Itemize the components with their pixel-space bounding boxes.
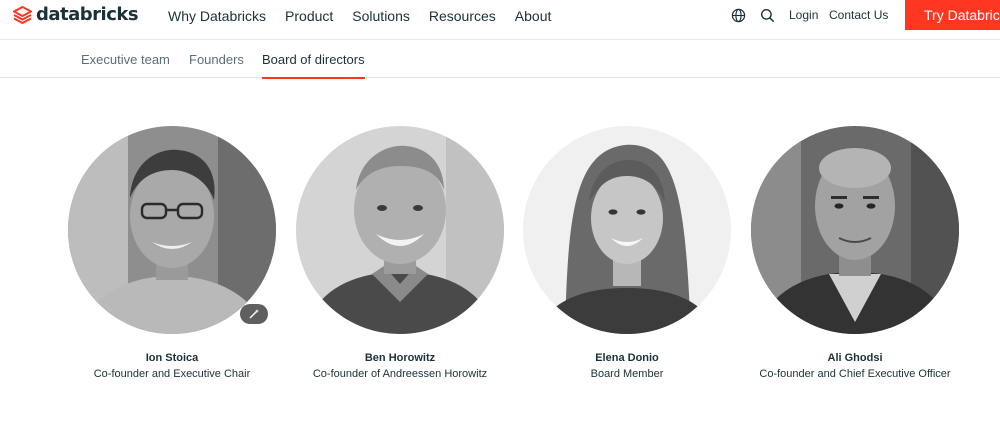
tab-board-of-directors[interactable]: Board of directors xyxy=(262,40,365,79)
nav-resources[interactable]: Resources xyxy=(429,8,496,24)
person-role: Co-founder and Chief Executive Officer xyxy=(759,368,951,380)
magic-wand-icon xyxy=(249,309,259,319)
person-card[interactable]: Ali Ghodsi Co-founder and Chief Executiv… xyxy=(725,126,985,382)
tab-executive-team[interactable]: Executive team xyxy=(81,40,170,78)
person-photo xyxy=(751,126,959,334)
person-name: Ali Ghodsi xyxy=(827,352,883,364)
person-role: Co-founder and Executive Chair xyxy=(93,368,251,380)
person-card[interactable]: Elena Donio Board Member xyxy=(497,126,757,382)
databricks-logo[interactable]: databricks xyxy=(13,4,139,25)
contact-us-label: Contact Us xyxy=(829,8,889,22)
person-card[interactable]: Ion Stoica Co-founder and Executive Chai… xyxy=(42,126,302,382)
language-button[interactable] xyxy=(731,0,746,30)
person-photo xyxy=(68,126,276,334)
search-button[interactable] xyxy=(760,0,775,30)
nav-about[interactable]: About xyxy=(515,8,552,24)
nav-product[interactable]: Product xyxy=(285,8,333,24)
person-role: Co-founder of Andreessen Horowitz xyxy=(312,368,488,380)
person-role: Board Member xyxy=(590,368,664,380)
brand-name: databricks xyxy=(36,4,139,25)
main-menu: Why Databricks Product Solutions Resourc… xyxy=(168,0,570,32)
login-link[interactable]: Login xyxy=(789,0,818,30)
person-name: Elena Donio xyxy=(595,352,659,364)
globe-icon xyxy=(731,8,746,22)
person-name: Ben Horowitz xyxy=(364,352,436,364)
login-label: Login xyxy=(789,8,819,22)
person-card[interactable]: Ben Horowitz Co-founder of Andreessen Ho… xyxy=(270,126,530,382)
contact-us-link[interactable]: Contact Us xyxy=(829,0,888,30)
nav-why-databricks[interactable]: Why Databricks xyxy=(168,8,266,24)
leadership-tabs: Executive team Founders Board of directo… xyxy=(0,40,1000,79)
person-photo xyxy=(296,126,504,334)
nav-solutions[interactable]: Solutions xyxy=(352,8,410,24)
top-navigation: databricks Why Databricks Product Soluti… xyxy=(0,0,1000,40)
try-databricks-button[interactable]: Try Databricks xyxy=(905,0,1000,30)
search-icon xyxy=(760,8,775,22)
databricks-logo-icon xyxy=(13,5,32,24)
tab-founders[interactable]: Founders xyxy=(189,40,244,78)
person-photo xyxy=(523,126,731,334)
person-name: Ion Stoica xyxy=(145,352,199,364)
board-members-grid: Ion Stoica Co-founder and Executive Chai… xyxy=(0,126,1000,396)
image-tools-badge[interactable] xyxy=(240,304,268,324)
